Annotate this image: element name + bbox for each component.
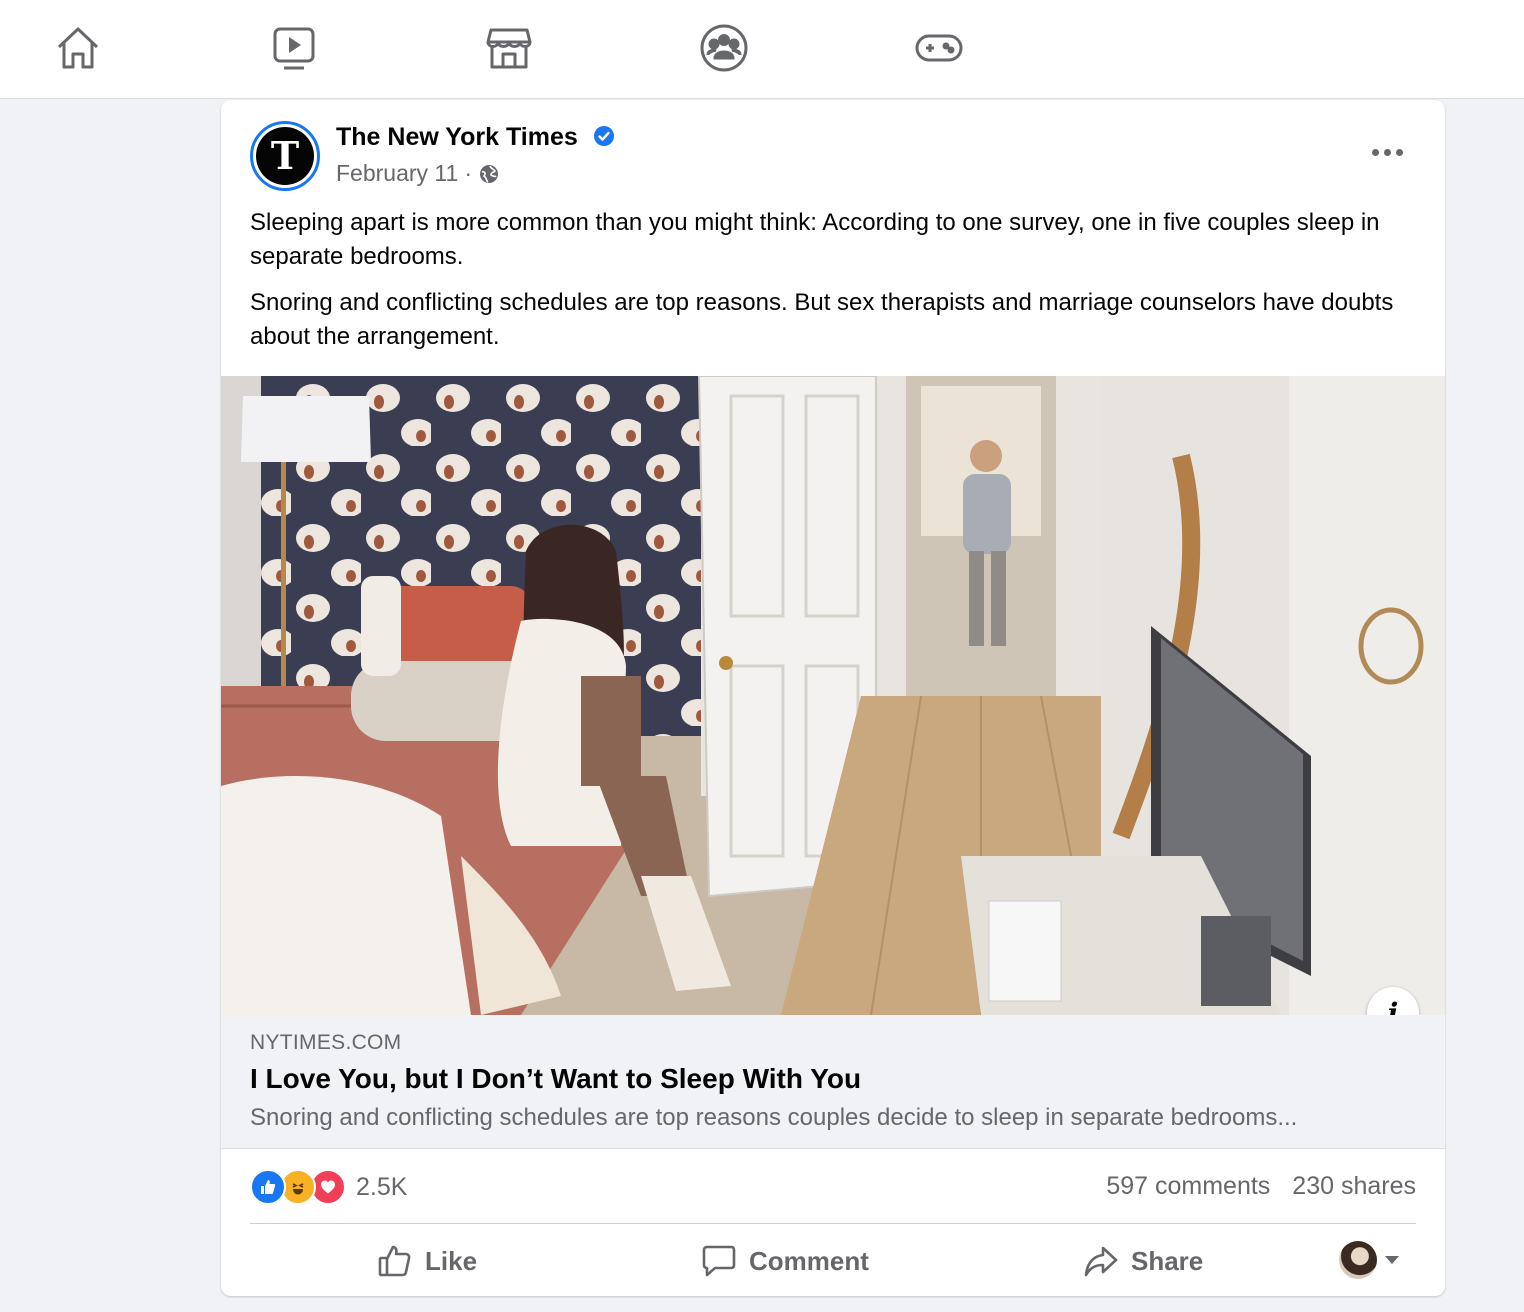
reaction-count[interactable]: 2.5K <box>356 1173 407 1202</box>
globe-icon[interactable] <box>478 163 500 185</box>
link-preview[interactable]: NYTIMES.COM I Love You, but I Don’t Want… <box>221 1015 1445 1149</box>
home-icon[interactable] <box>50 22 106 74</box>
post-text: Sleeping apart is more common than you m… <box>250 206 1420 366</box>
share-icon <box>1084 1246 1118 1277</box>
marketplace-icon[interactable] <box>481 22 537 74</box>
thumbs-up-icon <box>378 1245 411 1277</box>
page-name-link[interactable]: The New York Times <box>336 123 578 152</box>
meta-separator: · <box>464 160 472 186</box>
comment-icon <box>702 1245 736 1277</box>
like-button[interactable]: Like <box>377 1231 477 1291</box>
dot-icon <box>1395 148 1403 156</box>
like-reaction-icon <box>250 1169 286 1205</box>
share-label: Share <box>1131 1245 1204 1276</box>
page-avatar[interactable]: T <box>250 121 320 191</box>
comments-count-link[interactable]: 597 comments <box>1106 1172 1270 1201</box>
link-description: Snoring and conflicting schedules are to… <box>250 1104 1298 1131</box>
dot-icon <box>1371 148 1379 156</box>
post-date-link[interactable]: February 11 <box>336 160 458 187</box>
post-paragraph: Snoring and conflicting schedules are to… <box>250 289 1394 350</box>
article-image[interactable] <box>221 376 1445 1015</box>
dot-icon <box>1383 148 1391 156</box>
share-button[interactable]: Share <box>1083 1231 1203 1291</box>
link-title[interactable]: I Love You, but I Don’t Want to Sleep Wi… <box>250 1063 861 1095</box>
user-avatar <box>1339 1241 1377 1279</box>
nyt-logo: T <box>256 127 314 185</box>
gaming-icon[interactable] <box>911 22 967 74</box>
more-options-button[interactable] <box>1365 134 1409 170</box>
reactions-summary[interactable]: 2.5K <box>250 1167 407 1207</box>
shares-count-link[interactable]: 230 shares <box>1292 1172 1416 1201</box>
react-as-selector[interactable] <box>1339 1241 1399 1279</box>
groups-icon[interactable] <box>696 22 752 74</box>
comment-button[interactable]: Comment <box>701 1231 869 1291</box>
watch-icon[interactable] <box>266 22 322 74</box>
top-navigation-bar <box>0 0 1524 99</box>
comment-label: Comment <box>749 1245 869 1276</box>
caret-down-icon <box>1385 1256 1399 1264</box>
feed-post-card: T The New York Times February 11 · Sleep… <box>221 100 1445 1296</box>
post-paragraph: Sleeping apart is more common than you m… <box>250 209 1380 270</box>
link-domain: NYTIMES.COM <box>250 1031 402 1054</box>
engagement-counts: 597 comments 230 shares <box>1106 1172 1416 1201</box>
like-label: Like <box>425 1245 478 1276</box>
post-meta: February 11 · <box>336 160 500 187</box>
verified-badge-icon <box>594 126 614 146</box>
divider <box>250 1223 1416 1224</box>
